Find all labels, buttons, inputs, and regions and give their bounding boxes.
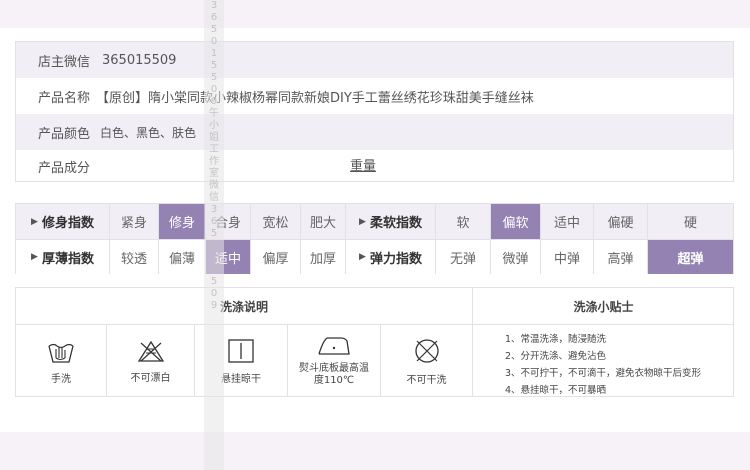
fit-index-label: ▶ 修身指数 [16, 204, 110, 239]
triangle-icon: ▶ [359, 252, 366, 262]
softness-option: 软 [436, 204, 491, 239]
product-info-table: 店主微信 365015509 产品名称 【原创】隋小棠同款小辣椒杨幂同款新娘DI… [15, 41, 734, 182]
product-composition-label: 产品成分 [38, 161, 91, 176]
fit-option: 紧身 [110, 204, 159, 239]
wechat-label: 店主微信 [38, 54, 91, 70]
iron-icon [318, 337, 350, 355]
product-color-label: 产品颜色 [38, 126, 91, 142]
washing-tip: 2、分开洗涤、避免沾色 [505, 351, 607, 362]
product-composition-row: 产品成分 重量 [16, 150, 733, 183]
washing-tip: 1、常温洗涤，随浸随洗 [505, 334, 607, 345]
no-bleach-symbol: 不可漂白 [107, 325, 195, 397]
wechat-value: 365015509 [102, 52, 177, 68]
elasticity-option: 中弹 [541, 240, 594, 274]
watermark-text: 365015509 午小姐工作室 微信 365015509 [209, 0, 219, 311]
fit-option-selected: 修身 [159, 204, 206, 239]
thickness-option: 较透 [110, 240, 159, 274]
elasticity-option: 无弹 [436, 240, 491, 274]
weight-link[interactable]: 重量 [350, 150, 376, 183]
thickness-option: 加厚 [301, 240, 346, 274]
washing-body: 手洗 不可漂白 悬挂晾干 熨斗底板最高温度110℃ 不可干洗 1、常温洗涤，随浸… [16, 324, 733, 397]
index-table: ▶ 修身指数 紧身 修身 合身 宽松 肥大 ▶ 柔软指数 软 偏软 适中 偏硬 硬 … [15, 203, 734, 274]
triangle-icon: ▶ [31, 216, 38, 227]
thickness-option: 偏薄 [159, 240, 206, 274]
top-band [0, 0, 750, 28]
elasticity-option-selected: 超弹 [648, 240, 733, 274]
softness-option: 偏硬 [594, 204, 648, 239]
washing-instructions-title: 洗涤说明 [16, 288, 473, 324]
softness-option: 硬 [683, 216, 697, 231]
index-row-2: ▶ 厚薄指数 较透 偏薄 适中 偏厚 加厚 ▶ 弹力指数 无弹 微弹 中弹 高弹 超… [16, 239, 733, 274]
softness-index-label: ▶ 柔软指数 [346, 204, 436, 239]
hang-dry-icon [228, 338, 254, 363]
triangle-icon: ▶ [359, 216, 366, 227]
washing-tips-title: 洗涤小贴士 [474, 288, 733, 324]
elasticity-option: 微弹 [491, 240, 541, 274]
softness-option: 适中 [541, 204, 594, 239]
product-name-value: 【原创】隋小棠同款小辣椒杨幂同款新娘DIY手工蕾丝绣花珍珠甜美手缝丝袜 [96, 90, 534, 106]
iron-symbol: 熨斗底板最高温度110℃ [288, 325, 381, 397]
bottom-band [0, 432, 750, 470]
product-name-row: 产品名称 【原创】隋小棠同款小辣椒杨幂同款新娘DIY手工蕾丝绣花珍珠甜美手缝丝袜 [16, 78, 733, 114]
thickness-index-label: ▶ 厚薄指数 [16, 240, 110, 274]
washing-tip: 3、不可拧干，不可滴干，避免衣物晾干后变形 [505, 368, 702, 379]
fit-option: 肥大 [301, 204, 346, 239]
product-color-row: 产品颜色 白色、黑色、肤色 [16, 114, 733, 150]
elasticity-index-label: ▶ 弹力指数 [346, 240, 436, 274]
washing-tip: 4、悬挂晾干，不可暴晒 [505, 385, 607, 396]
washing-table: 洗涤说明 洗涤小贴士 手洗 不可漂白 悬挂晾干 熨斗底板最高温度110℃ 不可干… [15, 287, 734, 397]
no-dry-clean-icon [414, 338, 439, 363]
no-dry-clean-symbol: 不可干洗 [381, 325, 473, 397]
triangle-icon: ▶ [31, 252, 38, 262]
elasticity-option: 高弹 [594, 240, 648, 274]
fit-option: 宽松 [251, 204, 301, 239]
hand-wash-symbol: 手洗 [16, 325, 107, 397]
softness-option-selected: 偏软 [491, 204, 541, 239]
index-row-1: ▶ 修身指数 紧身 修身 合身 宽松 肥大 ▶ 柔软指数 软 偏软 适中 偏硬 硬 [16, 204, 733, 239]
product-color-value: 白色、黑色、肤色 [100, 125, 197, 140]
product-name-label: 产品名称 [38, 90, 91, 106]
no-bleach-icon [137, 340, 164, 362]
washing-tips-list: 1、常温洗涤，随浸随洗 2、分开洗涤、避免沾色 3、不可拧干，不可滴干，避免衣物… [473, 325, 733, 397]
thickness-option: 偏厚 [251, 240, 301, 274]
wechat-row: 店主微信 365015509 [16, 42, 733, 78]
hand-wash-icon [48, 343, 74, 363]
